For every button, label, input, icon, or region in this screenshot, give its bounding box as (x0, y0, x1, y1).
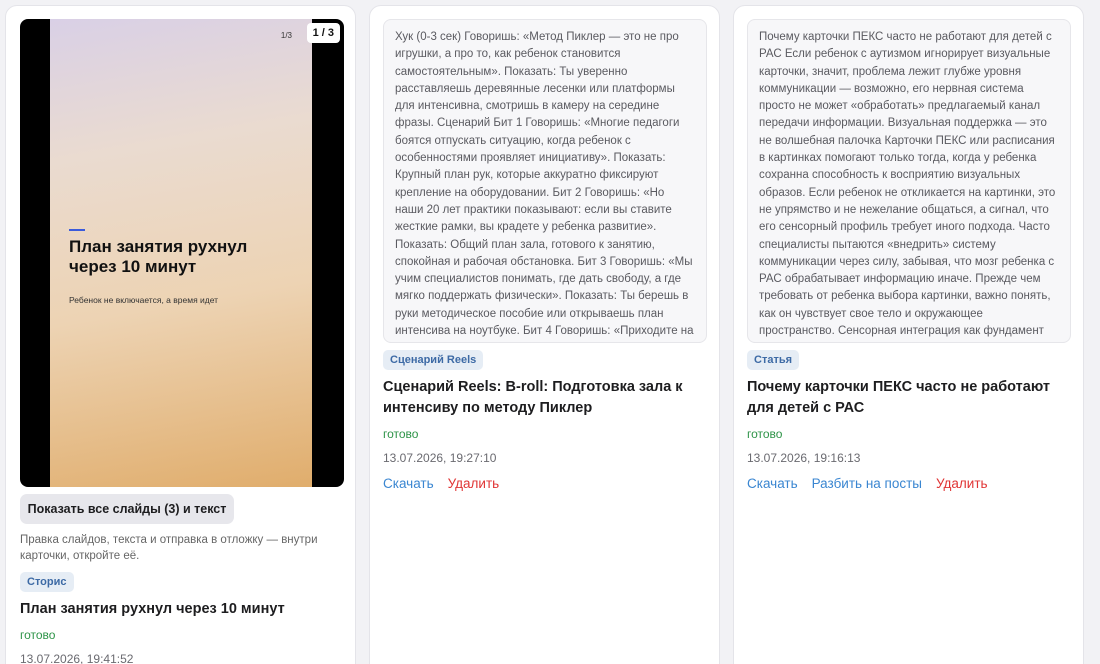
card-actions: Скачать Удалить (383, 476, 499, 491)
card-actions: Скачать Разбить на посты Удалить (747, 476, 988, 491)
date-text: 13.07.2026, 19:41:52 (20, 652, 134, 664)
slide-image: 1/3 План занятия рухнул через 10 минут Р… (50, 19, 312, 487)
type-badge: Сторис (20, 572, 74, 592)
date-text: 13.07.2026, 19:27:10 (383, 451, 497, 465)
card-title[interactable]: Почему карточки ПЕКС часто не работают д… (747, 377, 1067, 418)
type-badge: Статья (747, 350, 800, 370)
slide-title: План занятия рухнул через 10 минут (69, 237, 248, 276)
status-text: готово (20, 628, 56, 642)
text-preview[interactable]: Хук (0-3 сек) Говоришь: «Метод Пиклер — … (383, 19, 707, 343)
article-card[interactable]: Почему карточки ПЕКС часто не работают д… (733, 5, 1084, 664)
download-link[interactable]: Скачать (747, 476, 798, 491)
slide-counter-badge: 1 / 3 (306, 23, 340, 43)
type-badge: Сценарий Reels (383, 350, 484, 370)
card-title[interactable]: Сценарий Reels: B-roll: Подготовка зала … (383, 377, 703, 418)
status-text: готово (383, 427, 419, 441)
split-into-posts-link[interactable]: Разбить на посты (812, 476, 922, 491)
reels-card[interactable]: Хук (0-3 сек) Говоришь: «Метод Пиклер — … (369, 5, 720, 664)
card-title[interactable]: План занятия рухнул через 10 минут (20, 599, 340, 620)
delete-link[interactable]: Удалить (448, 476, 500, 491)
story-card[interactable]: 1/3 План занятия рухнул через 10 минут Р… (5, 5, 356, 664)
slide-counter-small: 1/3 (280, 31, 292, 40)
text-preview[interactable]: Почему карточки ПЕКС часто не работают д… (747, 19, 1071, 343)
story-slide-preview[interactable]: 1/3 План занятия рухнул через 10 минут Р… (20, 19, 344, 487)
delete-link[interactable]: Удалить (936, 476, 988, 491)
slide-subtitle: Ребенок не включается, а время идет (69, 295, 219, 305)
slide-accent-line (69, 229, 85, 231)
status-text: готово (747, 427, 783, 441)
download-link[interactable]: Скачать (383, 476, 434, 491)
date-text: 13.07.2026, 19:16:13 (747, 451, 861, 465)
edit-hint: Правка слайдов, текста и отправка в отло… (20, 534, 318, 562)
show-all-slides-button[interactable]: Показать все слайды (3) и текст (20, 494, 234, 524)
